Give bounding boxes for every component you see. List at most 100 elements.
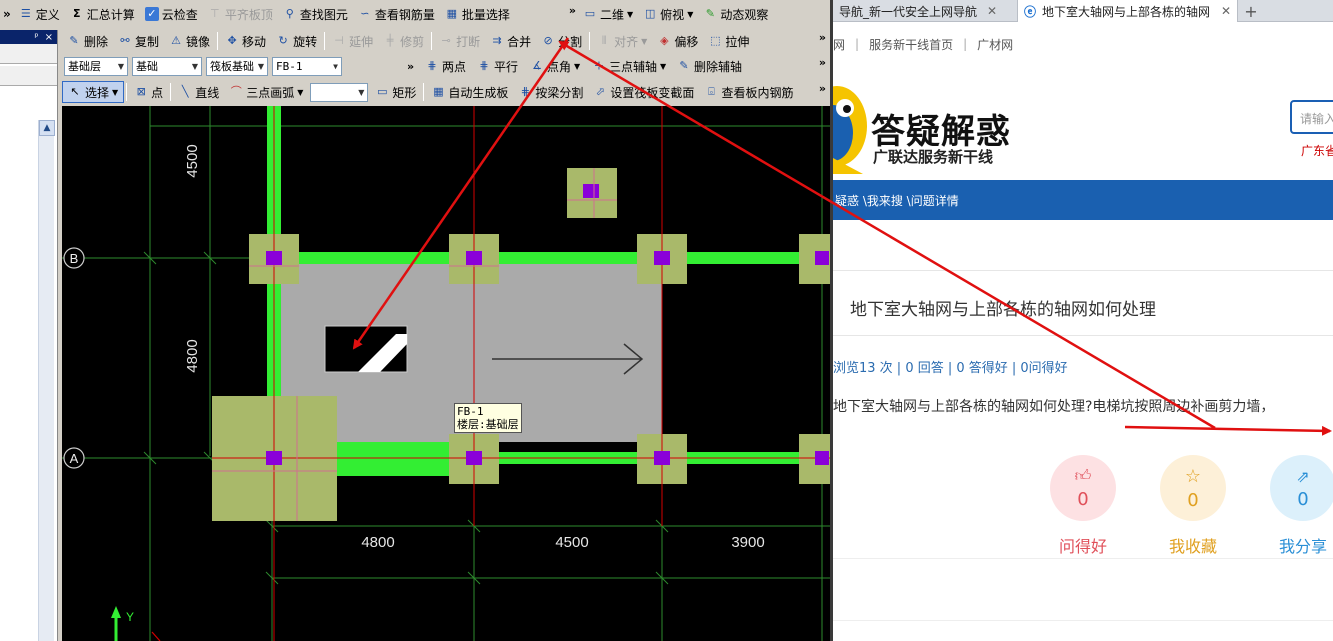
search-input[interactable]: 请输入: [1290, 100, 1333, 134]
floor-select[interactable]: 基础层 ▼: [64, 56, 128, 76]
site-logo-subtitle: 广联达服务新干线: [873, 148, 994, 166]
chevron-down-icon: ▼: [641, 36, 648, 46]
scroll-up-icon[interactable]: ▲: [39, 120, 55, 136]
favorite-button[interactable]: ☆ 0 我收藏: [1160, 455, 1226, 557]
define-button[interactable]: ☰ 定义: [14, 3, 65, 25]
arc-option-select[interactable]: ▼: [310, 82, 369, 102]
batch-select-button[interactable]: ▦ 批量选择: [440, 3, 515, 25]
select-button[interactable]: ↖ 选择 ▼: [62, 81, 125, 103]
point-draw-button[interactable]: ⊠ 点: [129, 81, 168, 103]
toolbar-overflow[interactable]: »: [819, 56, 826, 69]
align-top-icon: ⊤: [210, 7, 220, 20]
beam-split-button[interactable]: ⋕ 按梁分割: [513, 81, 588, 103]
copy-icon: ⚯: [120, 34, 130, 47]
share-button[interactable]: ⇗ 0 我分享: [1270, 455, 1333, 557]
point-angle-axis-button[interactable]: ∡ 点角 ▼: [525, 55, 585, 77]
category-select[interactable]: 基础 ▼: [132, 56, 202, 76]
favorite-circle[interactable]: ☆ 0: [1160, 455, 1226, 521]
left-panel-filter[interactable]: [0, 66, 57, 86]
merge-button[interactable]: ⇉ 合并: [485, 30, 536, 52]
close-icon[interactable]: ✕: [987, 4, 997, 18]
align-button[interactable]: ⫴ 对齐 ▼: [592, 30, 652, 52]
two-point-axis-button[interactable]: ⋕ 两点: [420, 55, 471, 77]
variable-section-button[interactable]: ⬀ 设置筏板变截面: [588, 81, 699, 103]
delete-button[interactable]: ✎ 删除: [62, 30, 113, 52]
stretch-button[interactable]: ⬚ 拉伸: [703, 30, 754, 52]
drawing-svg[interactable]: B A 4500 4800 4800 4500 3900 Y: [62, 106, 830, 641]
slab-rebar-button[interactable]: ⌻ 查看板内钢筋: [699, 81, 798, 103]
like-circle[interactable]: 👍︎ 0: [1050, 455, 1116, 521]
rect-draw-button[interactable]: ▭ 矩形: [370, 81, 421, 103]
pin-icon[interactable]: ᵖ: [34, 32, 38, 43]
left-panel-toolbar: [0, 44, 57, 64]
two-point-icon: ⋕: [427, 59, 437, 72]
thumbs-up-icon: 👍︎: [1074, 466, 1092, 485]
break-icon: ⊸: [441, 34, 451, 47]
parallel-axis-button[interactable]: ⋕ 平行: [472, 55, 523, 77]
close-icon[interactable]: ✕: [1221, 4, 1231, 18]
trim-button[interactable]: ╪ 修剪: [378, 30, 429, 52]
chevron-down-icon: ▼: [117, 61, 124, 71]
separator: [423, 83, 425, 101]
dimension-horizontal-2: 4500: [555, 534, 588, 551]
view-mode-dropdown[interactable]: ▭ 二维 ▼: [578, 3, 638, 25]
favorite-link[interactable]: 网: [833, 36, 845, 53]
left-panel-scrollbar[interactable]: ▲: [38, 120, 55, 641]
new-tab-button[interactable]: +: [1238, 0, 1264, 22]
parallel-icon: ⋕: [479, 59, 489, 72]
component-select[interactable]: FB-1 ▼: [272, 56, 342, 76]
toolbar-overflow[interactable]: »: [569, 4, 576, 17]
chevron-down-icon: ▼: [297, 87, 304, 97]
three-point-axis-button[interactable]: ⊹ 三点辅轴 ▼: [587, 55, 671, 77]
split-button[interactable]: ⊘ 分割: [536, 30, 587, 52]
copy-button[interactable]: ⚯ 复制: [113, 30, 164, 52]
browser-tab-nav[interactable]: 导航_新一代安全上网导航 ✕: [833, 0, 1018, 22]
break-button[interactable]: ⊸ 打断: [434, 30, 485, 52]
chevron-down-icon: ▼: [358, 87, 365, 97]
share-circle[interactable]: ⇗ 0: [1270, 455, 1333, 521]
toolbar-draw: ↖ 选择 ▼ ⊠ 点 ╲ 直线 ⌒ 三点画弧 ▼ ▼ ▭ 矩形 ▦ 自动生成板 ⋕ 按梁分割 ⬀ 设…: [62, 79, 830, 105]
close-icon[interactable]: ×: [45, 32, 53, 43]
move-button[interactable]: ✥ 移动: [220, 30, 271, 52]
separator: [126, 83, 128, 101]
stretch-icon: ⬚: [710, 34, 721, 47]
view-direction-dropdown[interactable]: ◫ 俯视 ▼: [638, 3, 698, 25]
component-type-select[interactable]: 筏板基础 ▼: [206, 56, 268, 76]
find-icon: ⚲: [285, 7, 294, 20]
browser-tab-question[interactable]: ⓔ 地下室大轴网与上部各栋的轴网 ✕: [1018, 0, 1238, 22]
offset-button[interactable]: ◈ 偏移: [652, 30, 703, 52]
breadcrumb[interactable]: 疑惑 \我来搜 \问题详情: [833, 180, 1333, 220]
line-draw-button[interactable]: ╲ 直线: [173, 81, 224, 103]
toolbar-overflow[interactable]: »: [819, 31, 826, 44]
dimension-horizontal-1: 4800: [361, 534, 394, 551]
toolbar-overflow[interactable]: »: [819, 82, 826, 95]
coord-y-label: Y: [126, 610, 134, 624]
dynamic-view-button[interactable]: ✎ 动态观察: [698, 3, 773, 25]
toolbar-overflow-left[interactable]: »: [0, 3, 14, 25]
favorite-link[interactable]: 服务新干线首页: [869, 36, 953, 53]
merge-icon: ⇉: [492, 34, 502, 47]
rotate-button[interactable]: ↻ 旋转: [271, 30, 322, 52]
view-rebar-button[interactable]: ∽ 查看钢筋量: [353, 3, 440, 25]
extend-button[interactable]: ⊣ 延伸: [327, 30, 378, 52]
align-top-button[interactable]: ⊤ 平齐板顶: [203, 3, 278, 25]
like-question-button[interactable]: 👍︎ 0 问得好: [1050, 455, 1116, 557]
region-selector[interactable]: 广东省: [1301, 142, 1333, 159]
summary-calc-button[interactable]: Σ 汇总计算: [65, 3, 140, 25]
favorite-link[interactable]: 广材网: [977, 36, 1013, 53]
arc-draw-button[interactable]: ⌒ 三点画弧 ▼: [224, 81, 308, 103]
window-icon: ▭: [584, 7, 596, 20]
auto-slab-button[interactable]: ▦ 自动生成板: [426, 81, 513, 103]
drawing-canvas[interactable]: B A 4500 4800 4800 4500 3900 Y FB-1 楼层:基…: [62, 106, 830, 641]
toolbar-overflow[interactable]: »: [402, 55, 419, 77]
browser-window: 导航_新一代安全上网导航 ✕ ⓔ 地下室大轴网与上部各栋的轴网 ✕ + 网 | …: [830, 0, 1333, 641]
chevron-down-icon: ▼: [191, 61, 198, 71]
arc-icon: ⌒: [230, 85, 242, 98]
cloud-check-button[interactable]: ✓ 云检查: [140, 3, 203, 25]
question-body: 地下室大轴网与上部各栋的轴网如何处理?电梯坑按照周边补画剪力墙，: [833, 399, 1275, 415]
like-count: 0: [1077, 489, 1089, 510]
delete-axis-button[interactable]: ✎ 删除辅轴: [672, 55, 747, 77]
mirror-button[interactable]: ⚠ 镜像: [164, 30, 215, 52]
question-header: 地下室大轴网与上部各栋的轴网如何处理: [833, 270, 1333, 336]
find-element-button[interactable]: ⚲ 查找图元: [278, 3, 353, 25]
